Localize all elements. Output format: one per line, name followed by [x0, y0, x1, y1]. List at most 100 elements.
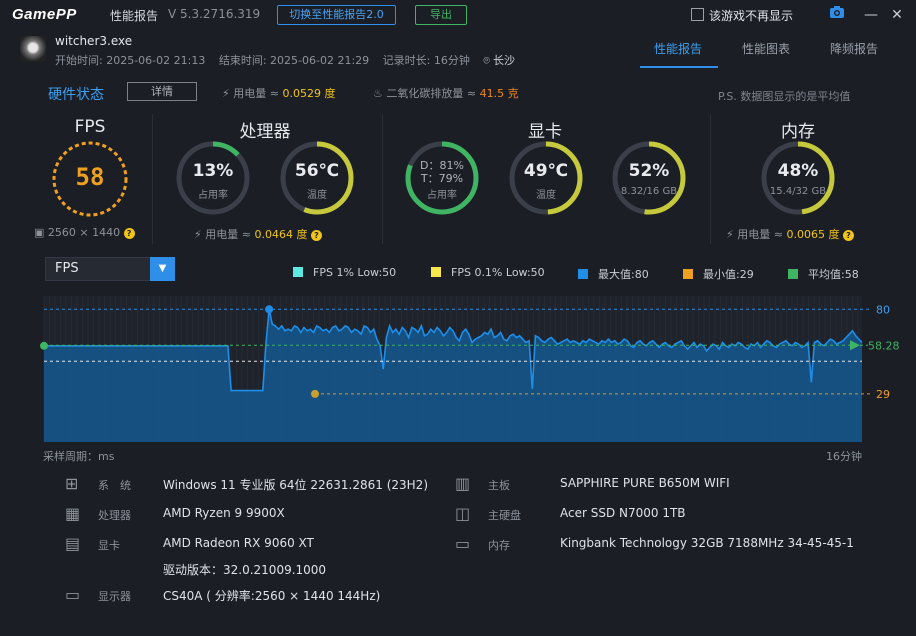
game-icon	[20, 36, 46, 62]
cpu-icon: ▦	[65, 504, 81, 523]
resolution-label: 2560 × 1440	[47, 226, 121, 239]
chevron-down-icon[interactable]: ▼	[150, 257, 175, 281]
cpu-temp-label: 温度	[307, 190, 327, 201]
switch-report-button[interactable]: 切换至性能报告2.0	[277, 5, 396, 25]
legend-label: 最大值:80	[598, 268, 649, 281]
gpu-temp-value: 49℃	[523, 161, 569, 181]
no-show-label: 该游戏不再显示	[709, 9, 794, 23]
legend-item-avg: 平均值:58	[788, 266, 859, 282]
gamepp-logo: GamePP	[12, 6, 77, 23]
resolution-stat: ▣ 2560 × 1440 ?	[34, 226, 135, 239]
chart-note: P.S. 数据图显示的是平均值	[718, 90, 851, 103]
cpu-power-stat: ⚡ 用电量 ≈ 0.0464 度 ?	[194, 226, 322, 242]
system-info-value: Kingbank Technology 32GB 7188MHz 34-45-4…	[560, 536, 854, 550]
system-info-value: CS40A ( 分辨率:2560 × 1440 144Hz)	[163, 589, 381, 603]
location-pin-icon: ⌾	[483, 54, 490, 67]
end-time: 结束时间: 2025-06-02 21:29	[218, 54, 370, 67]
system-info-label: 系 统	[98, 479, 131, 492]
monitor-icon: ▭	[65, 585, 81, 604]
system-info-label: 主板	[488, 479, 510, 492]
system-info-value: SAPPHIRE PURE B650M WIFI	[560, 476, 730, 490]
system-info-label: 显示器	[98, 590, 131, 603]
power-icon: ⚡	[194, 228, 202, 241]
export-button[interactable]: 导出	[415, 5, 467, 25]
legend-swatch	[788, 269, 798, 279]
start-time: 开始时间: 2025-06-02 21:13	[55, 54, 206, 67]
system-info-label: 显卡	[98, 539, 120, 552]
section-divider	[382, 114, 383, 244]
power-stat: ⚡ 用电量 ≈ 0.0529 度	[222, 85, 335, 101]
max-label: 80	[876, 303, 890, 316]
min-point	[311, 389, 319, 398]
x-axis-end-label: 16分钟	[826, 450, 862, 463]
avg-label: 58.28	[868, 339, 900, 352]
section-divider	[152, 114, 153, 244]
legend-item-max: 最大值:80	[578, 266, 649, 282]
system-info-label: 内存	[488, 539, 510, 552]
power-label: 用电量 ≈	[233, 87, 279, 100]
help-icon[interactable]: ?	[310, 229, 322, 241]
hard-drive-icon: ◫	[455, 504, 471, 523]
gpu-icon: ▤	[65, 534, 81, 553]
system-info-value: AMD Ryzen 9 9900X	[163, 506, 285, 520]
min-label: 29	[876, 388, 890, 401]
memory-power-stat: ⚡ 用电量 ≈ 0.0065 度 ?	[726, 226, 854, 242]
help-icon[interactable]: ?	[123, 227, 135, 239]
detail-button[interactable]: 详情	[127, 82, 197, 101]
tab-performance-report[interactable]: 性能报告	[654, 40, 702, 57]
screen-icon: ▣	[34, 226, 45, 239]
power-value: 0.0529 度	[282, 87, 336, 100]
app-title: 性能报告	[110, 9, 159, 23]
avg-start-point	[40, 341, 48, 350]
gpu-temp-label: 温度	[536, 190, 556, 201]
close-icon[interactable]: ✕	[886, 4, 908, 26]
duration: 记录时长: 16分钟	[382, 54, 470, 67]
game-name: witcher3.exe	[55, 34, 133, 48]
version-label: V 5.3.2716.319	[168, 7, 261, 21]
legend-swatch	[431, 267, 441, 277]
hardware-status-title: 硬件状态	[48, 87, 104, 103]
fps-chart: 80 58.28 29	[40, 296, 900, 442]
cpu-temp-value: 56℃	[294, 161, 340, 181]
cpu-usage-label: 占用率	[198, 190, 228, 201]
camera-icon[interactable]	[826, 4, 848, 26]
cpu-power-value: 0.0464 度	[254, 228, 308, 241]
legend-item-min: 最小值:29	[683, 266, 754, 282]
system-info-value: AMD Radeon RX 9060 XT	[163, 536, 314, 550]
tab-performance-chart[interactable]: 性能图表	[742, 40, 790, 57]
x-axis-label: 采样周期：ms	[43, 450, 115, 463]
cpu-power-label: 用电量 ≈	[205, 228, 251, 241]
tab-throttle-report[interactable]: 降频报告	[830, 40, 878, 57]
co2-label: 二氧化碳排放量 ≈	[386, 87, 477, 100]
co2-value: 41.5 克	[479, 87, 519, 100]
legend-label: 平均值:58	[808, 268, 859, 281]
metric-select-value: FPS	[55, 261, 79, 276]
fps-value: 58	[75, 163, 105, 191]
memory-power-value: 0.0065 度	[786, 228, 840, 241]
legend-item-01-low: FPS 0.1% Low:50	[431, 266, 545, 279]
fps-title: FPS	[74, 117, 106, 137]
gpu-vram-value: 52%	[628, 161, 670, 181]
legend-swatch	[683, 269, 693, 279]
city-label: 长沙	[492, 54, 515, 67]
memory-power-label: 用电量 ≈	[737, 228, 783, 241]
legend-swatch	[293, 267, 303, 277]
system-info-value: Windows 11 专业版 64位 22631.2861 (23H2)	[163, 478, 428, 492]
help-icon[interactable]: ?	[842, 229, 854, 241]
windows-icon: ⊞	[65, 474, 79, 493]
legend-item-1-low: FPS 1% Low:50	[293, 266, 396, 279]
memory-value: 48%	[777, 161, 819, 181]
game-meta: 开始时间: 2025-06-02 21:13 结束时间: 2025-06-02 …	[55, 52, 535, 68]
gpu-usage-t: T：79%	[420, 172, 464, 185]
no-show-checkbox[interactable]	[691, 8, 704, 21]
legend-swatch	[578, 269, 588, 279]
co2-icon: ♨	[373, 87, 383, 100]
location: ⌾ 长沙	[483, 54, 525, 67]
gpu-vram-detail: 8.32/16 GB	[620, 186, 678, 197]
system-info-label: 主硬盘	[488, 509, 521, 522]
active-tab-indicator	[640, 66, 718, 68]
memory-detail: 15.4/32 GB	[769, 186, 827, 197]
max-point	[265, 305, 274, 314]
minimize-icon[interactable]: —	[860, 4, 882, 26]
co2-stat: ♨ 二氧化碳排放量 ≈ 41.5 克	[373, 85, 519, 101]
